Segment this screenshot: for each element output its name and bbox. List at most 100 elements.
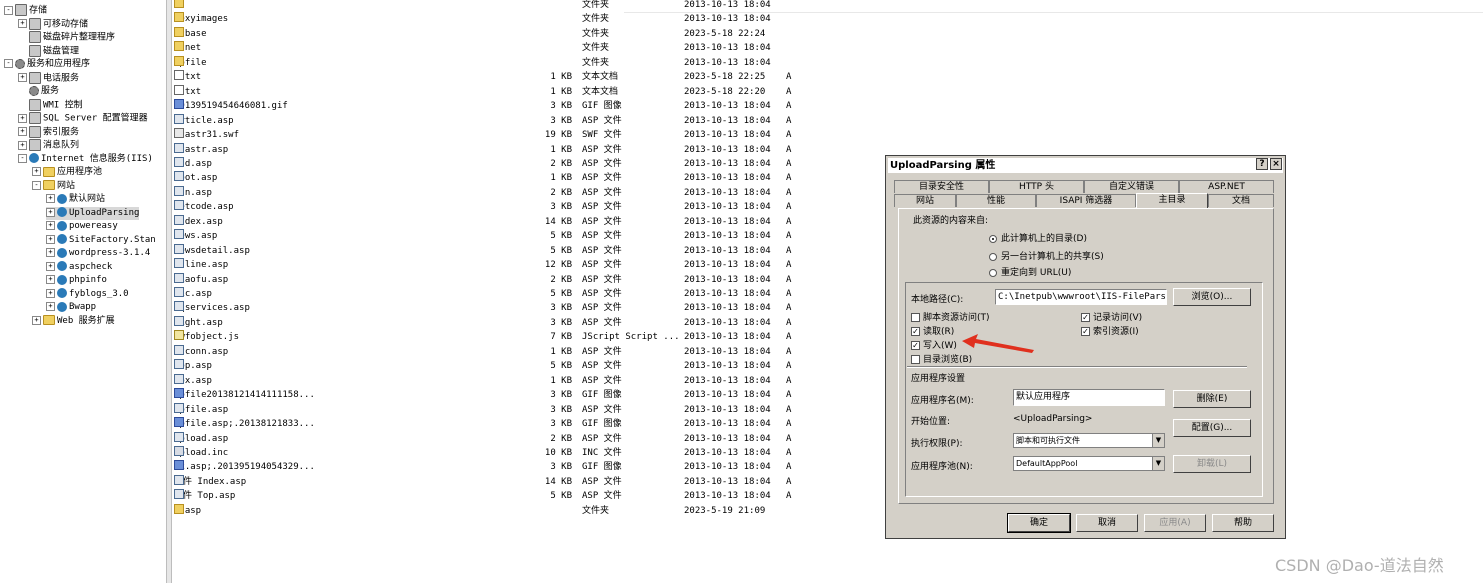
file-row[interactable]: Js 文件夹 2013-10-13 18:04	[172, 0, 771, 12]
ok-button[interactable]: 确定	[1007, 513, 1071, 533]
file-row[interactable]: Upfile 文件夹 2013-10-13 18:04	[172, 55, 771, 70]
collapse-icon[interactable]: -	[4, 59, 13, 68]
file-row[interactable]: Upfile.asp 3 KB ASP 文件 2013-10-13 18:04 A	[172, 402, 791, 417]
expand-icon[interactable]: +	[46, 261, 55, 271]
tree-item[interactable]: WMI 控制	[18, 98, 83, 112]
help-button[interactable]: 帮助	[1212, 514, 1274, 532]
collapse-icon[interactable]: -	[18, 153, 27, 163]
tab-custom-errors[interactable]: 自定义错误	[1084, 180, 1179, 193]
tree-item[interactable]: + UploadParsing	[46, 206, 140, 220]
local-path-input[interactable]: C:\Inetpub\wwwroot\IIS-FileParsing	[995, 289, 1167, 305]
check-read[interactable]: ✓ 读取(R)	[911, 324, 954, 337]
file-row[interactable]: Tcconn.asp 1 KB ASP 文件 2013-10-13 18:04 A	[172, 344, 791, 359]
file-row[interactable]: 20139519454646081.gif 3 KB GIF 图像 2013-10-1…	[172, 99, 791, 113]
radio-network-share[interactable]: 另一台计算机上的共享(S)	[989, 249, 1104, 262]
file-row[interactable]: Newsdetail.asp 5 KB ASP 文件 2013-10-13 18:04…	[172, 243, 791, 258]
file-row[interactable]: Index.asp 14 KB ASP 文件 2013-10-13 18:04 A	[172, 214, 791, 229]
tree-item[interactable]: + fyblogs_3.0	[46, 288, 129, 301]
radio-local-directory[interactable]: 此计算机上的目录(D)	[989, 231, 1087, 244]
tree-item[interactable]: - 服务和应用程序	[4, 58, 90, 71]
tab-performance[interactable]: 性能	[956, 194, 1036, 207]
tree-item[interactable]: + aspcheck	[46, 261, 112, 274]
dropdown-arrow-icon[interactable]: ▼	[1152, 434, 1164, 447]
expand-icon[interactable]: +	[46, 288, 55, 298]
tree-item[interactable]: - Internet 信息服务(IIS)	[18, 153, 153, 166]
file-row[interactable]: Tcnet 文件夹 2013-10-13 18:04	[172, 41, 771, 55]
app-name-input[interactable]: 默认应用程序	[1013, 389, 1165, 406]
expand-icon[interactable]: +	[46, 194, 55, 203]
expand-icon[interactable]: +	[46, 248, 55, 257]
check-script-source[interactable]: 脚本资源访问(T)	[911, 310, 990, 323]
tree-item[interactable]: + phpinfo	[46, 274, 107, 287]
collapse-icon[interactable]: -	[4, 5, 13, 15]
file-row[interactable]: Foot.asp 1 KB ASP 文件 2013-10-13 18:04 A	[172, 171, 791, 185]
file-row[interactable]: upfile20138121414111158... 3 KB GIF 图像 2013…	[172, 388, 791, 402]
cancel-button[interactable]: 取消	[1076, 514, 1138, 532]
check-index-resource[interactable]: ✓ 索引资源(I)	[1081, 324, 1139, 337]
app-pool-select[interactable]: DefaultAppPool ▼	[1013, 456, 1165, 471]
expand-icon[interactable]: +	[32, 167, 41, 176]
file-row[interactable]: Swfobject.js 7 KB JScript Script ... 2013-1…	[172, 330, 791, 344]
file-row[interactable]: Right.asp 3 KB ASP 文件 2013-10-13 18:04 A	[172, 315, 791, 330]
file-row[interactable]: Pic.asp 5 KB ASP 文件 2013-10-13 18:04 A	[172, 287, 791, 301]
tab-documents[interactable]: 文档	[1208, 194, 1274, 207]
close-title-button[interactable]: ×	[1270, 158, 1282, 170]
config-button[interactable]: 配置(G)...	[1173, 419, 1251, 437]
tree-item[interactable]: + 消息队列	[18, 139, 79, 152]
file-row[interactable]: Piaofu.asp 2 KB ASP 文件 2013-10-13 18:04 A	[172, 272, 791, 287]
tree-item[interactable]: 磁盘碎片整理程序	[18, 31, 115, 44]
tab-home-directory[interactable]: 主目录	[1136, 193, 1208, 208]
dropdown-arrow-icon[interactable]: ▼	[1152, 457, 1164, 470]
browse-button[interactable]: 浏览(O)...	[1173, 288, 1251, 306]
file-row[interactable]: 复件 Index.asp 14 KB ASP 文件 2013-10-13 18:04 A	[172, 474, 791, 489]
file-row[interactable]: 复件 Top.asp 5 KB ASP 文件 2013-10-13 18:04 A	[172, 489, 791, 503]
file-row[interactable]: Online.asp 12 KB ASP 文件 2013-10-13 18:04 A	[172, 258, 791, 272]
file-row[interactable]: Fun.asp 2 KB ASP 文件 2013-10-13 18:04 A	[172, 185, 791, 200]
file-row[interactable]: xx.asp;.201395194054329... 3 KB GIF 图像 2013…	[172, 460, 791, 474]
collapse-icon[interactable]: -	[32, 180, 41, 190]
tree-pane[interactable]: - 存储 + 可移动存储 磁盘碎片整理程序 磁盘管理 - 服务和应用程序 + 电话服务 服务 WMI …	[0, 0, 166, 583]
expand-icon[interactable]: +	[46, 302, 55, 311]
file-row[interactable]: Getcode.asp 3 KB ASP 文件 2013-10-13 18:04 A	[172, 200, 791, 214]
tree-item[interactable]: + 索引服务	[18, 125, 79, 139]
expand-icon[interactable]: +	[18, 19, 27, 28]
file-row[interactable]: Article.asp 3 KB ASP 文件 2013-10-13 18:04 A	[172, 113, 791, 128]
tree-item[interactable]: + 应用程序池	[32, 166, 102, 179]
tree-item[interactable]: 服务	[18, 85, 59, 98]
expand-icon[interactable]: +	[18, 127, 27, 136]
file-row[interactable]: Upload.asp 2 KB ASP 文件 2013-10-13 18:04 A	[172, 431, 791, 446]
expand-icon[interactable]: +	[32, 315, 41, 325]
radio-redirect-url[interactable]: 重定向到 URL(U)	[989, 265, 1071, 278]
file-row[interactable]: Sexyimages 文件夹 2013-10-13 18:04	[172, 12, 771, 26]
tree-item[interactable]: + Bwapp	[46, 301, 96, 314]
tree-item[interactable]: + wordpress-3.1.4	[46, 247, 150, 260]
file-row[interactable]: News.asp 5 KB ASP 文件 2013-10-13 18:04 A	[172, 229, 791, 243]
file-row[interactable]: 1.asp 文件夹 2023-5-19 21:09	[172, 503, 765, 518]
tree-item[interactable]: + SiteFactory.Stan	[46, 234, 156, 247]
help-title-button[interactable]: ?	[1256, 158, 1268, 170]
tree-item[interactable]: + powereasy	[46, 220, 118, 233]
file-row[interactable]: End.asp 2 KB ASP 文件 2013-10-13 18:04 A	[172, 156, 791, 171]
tree-item[interactable]: + 电话服务	[18, 71, 79, 85]
remove-button[interactable]: 删除(E)	[1173, 390, 1251, 408]
expand-icon[interactable]: +	[18, 140, 27, 150]
file-row[interactable]: 2.txt 1 KB 文本文档 2023-5-18 22:20 A	[172, 84, 791, 99]
exec-permission-select[interactable]: 脚本和可执行文件 ▼	[1013, 433, 1165, 448]
tab-website[interactable]: 网站	[894, 194, 956, 207]
tree-item[interactable]: + 可移动存储	[18, 17, 88, 31]
file-row[interactable]: 1.txt 1 KB 文本文档 2023-5-18 22:25 A	[172, 70, 791, 84]
check-write[interactable]: ✓ 写入(W)	[911, 338, 957, 351]
expand-icon[interactable]: +	[18, 73, 27, 82]
file-row[interactable]: Qqservices.asp 3 KB ASP 文件 2013-10-13 18:04…	[172, 301, 791, 315]
tree-item[interactable]: + SQL Server 配置管理器	[18, 112, 148, 125]
tab-http-headers[interactable]: HTTP 头	[989, 180, 1084, 193]
tree-item[interactable]: - 网站	[32, 180, 75, 193]
expand-icon[interactable]: +	[46, 234, 55, 244]
tree-item[interactable]: - 存储	[4, 4, 47, 17]
expand-icon[interactable]: +	[46, 221, 55, 230]
tree-item[interactable]: + 默认网站	[46, 193, 105, 206]
file-row[interactable]: tox.asp 1 KB ASP 文件 2013-10-13 18:04 A	[172, 373, 791, 388]
tab-directory-security[interactable]: 目录安全性	[894, 180, 989, 193]
tree-item[interactable]: 磁盘管理	[18, 44, 79, 58]
expand-icon[interactable]: +	[46, 275, 55, 284]
